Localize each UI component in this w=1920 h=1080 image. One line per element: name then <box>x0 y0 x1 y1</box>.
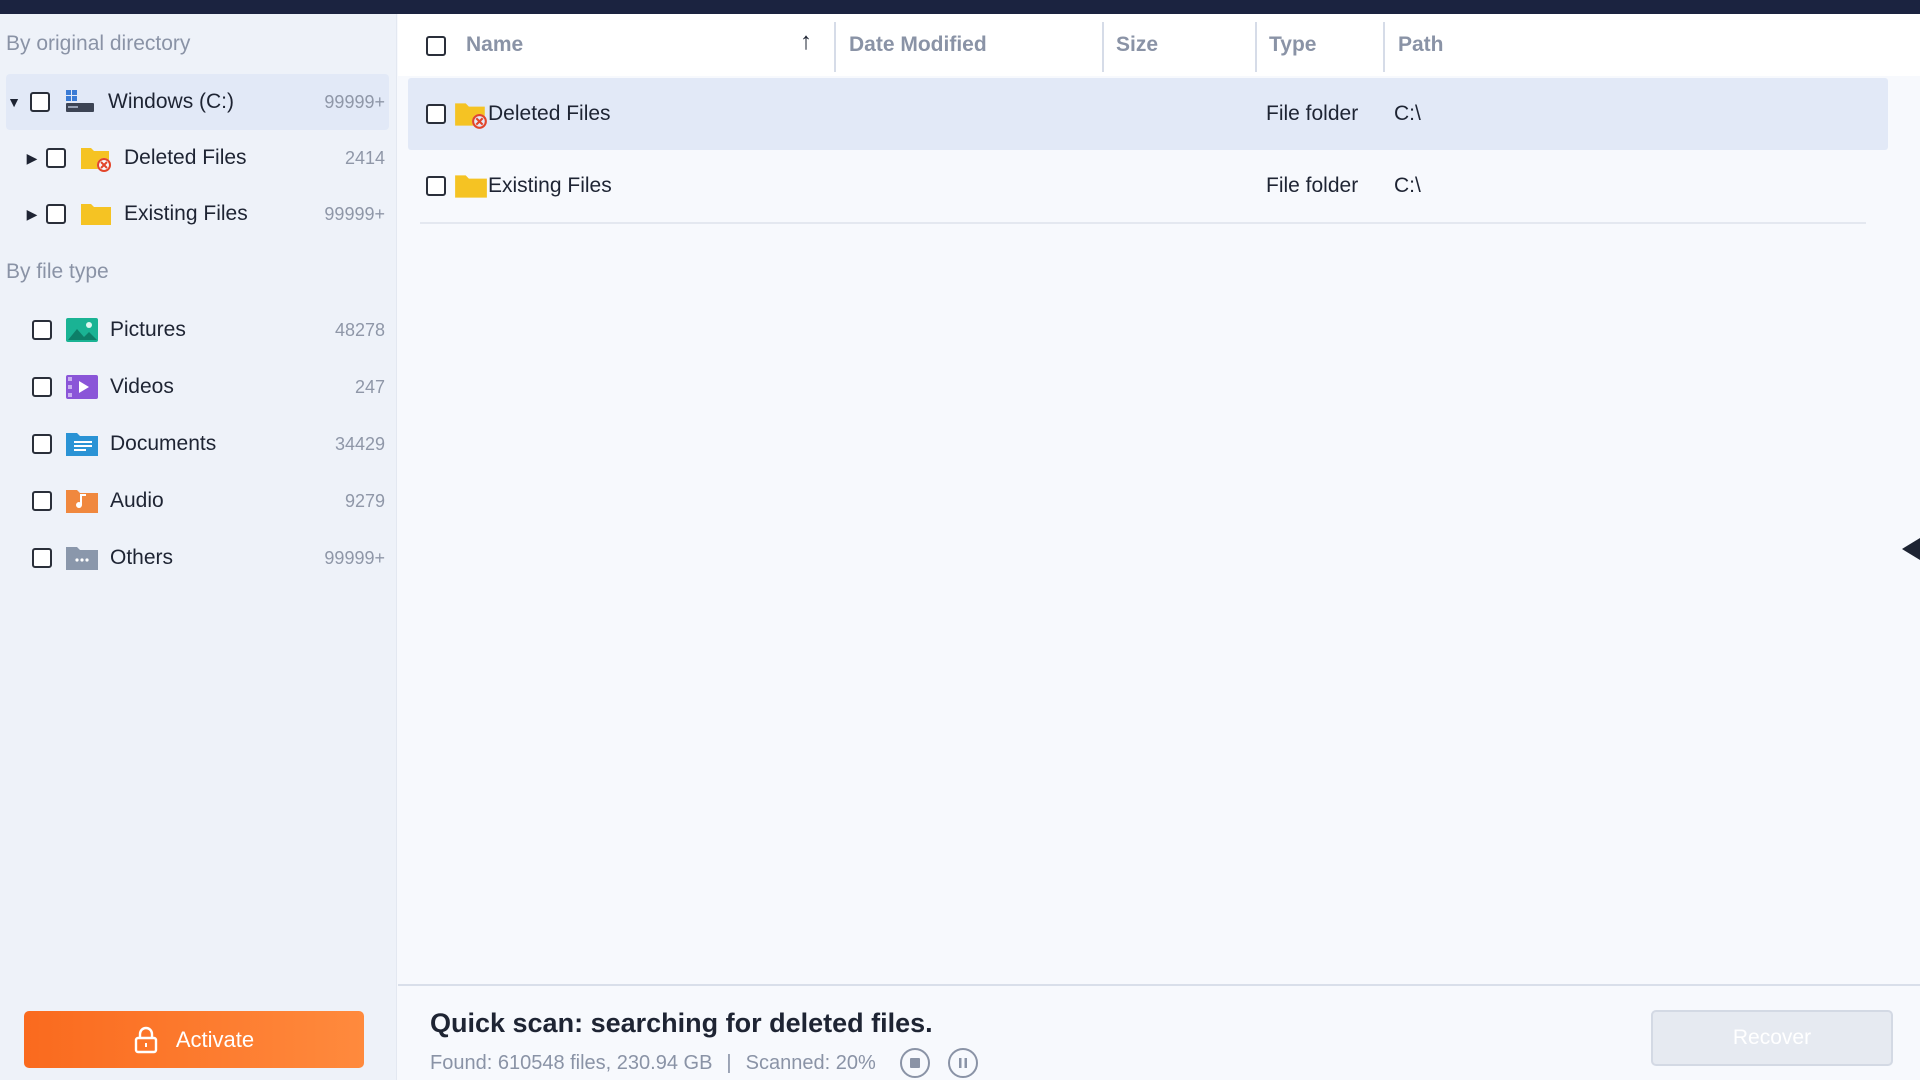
drive-icon <box>62 87 98 117</box>
deleted-files-label: Deleted Files <box>124 146 247 169</box>
lock-icon <box>134 1026 158 1054</box>
scan-status-title: Quick scan: searching for deleted files. <box>430 1008 933 1038</box>
activate-label: Activate <box>175 1026 255 1052</box>
audio-label: Audio <box>110 489 164 512</box>
drive-count: 99999+ <box>324 91 385 112</box>
scan-status-bar: Quick scan: searching for deleted files.… <box>398 984 1920 1080</box>
pictures-count: 48278 <box>334 319 385 340</box>
section-title-directory: By original directory <box>6 32 191 55</box>
drive-checkbox[interactable] <box>30 92 50 112</box>
select-all-checkbox[interactable] <box>426 36 446 56</box>
row-divider <box>420 222 1866 224</box>
folder-icon <box>453 170 489 202</box>
row-name: Deleted Files <box>488 102 611 125</box>
expand-down-icon[interactable]: ▼ <box>6 74 22 130</box>
deleted-files-checkbox[interactable] <box>46 148 66 168</box>
documents-count: 34429 <box>334 433 385 454</box>
type-item-others[interactable]: Others 99999+ <box>6 530 389 586</box>
expand-right-icon[interactable]: ▶ <box>24 186 40 242</box>
column-divider[interactable] <box>1255 22 1257 72</box>
activate-button[interactable]: Activate <box>24 1011 364 1068</box>
table-row[interactable]: Existing Files File folder C:\ <box>408 150 1888 222</box>
column-header-size[interactable]: Size <box>1116 14 1158 76</box>
others-count: 99999+ <box>324 547 385 568</box>
column-divider[interactable] <box>1102 22 1104 72</box>
collapse-panel-icon[interactable] <box>1898 534 1920 564</box>
documents-label: Documents <box>110 432 217 455</box>
window-top-bar <box>0 0 1920 14</box>
pictures-label: Pictures <box>110 318 186 341</box>
table-row[interactable]: Deleted Files File folder C:\ <box>408 78 1888 150</box>
existing-files-count: 99999+ <box>324 203 385 224</box>
column-header-type[interactable]: Type <box>1269 14 1316 76</box>
file-list-panel: Name ↑ Date Modified Size Type Path Dele… <box>398 14 1920 984</box>
pause-icon[interactable] <box>947 1048 978 1078</box>
sidebar: By original directory ▼ Windows (C:) 999… <box>0 14 397 1080</box>
column-header-name[interactable]: Name <box>466 14 523 76</box>
others-icon <box>64 543 100 573</box>
audio-icon <box>64 486 100 516</box>
section-title-filetype: By file type <box>6 260 109 283</box>
sort-ascending-icon[interactable]: ↑ <box>800 28 812 56</box>
tree-item-existing-files[interactable]: ▶ Existing Files 99999+ <box>6 186 389 242</box>
existing-files-checkbox[interactable] <box>46 204 66 224</box>
type-item-videos[interactable]: Videos 247 <box>6 359 389 415</box>
deleted-folder-icon <box>78 143 114 173</box>
videos-count: 247 <box>354 376 385 397</box>
tree-item-deleted-files[interactable]: ▶ Deleted Files 2414 <box>6 130 389 186</box>
scanned-percent: Scanned: 20% <box>745 1051 876 1074</box>
row-type: File folder <box>1266 174 1359 197</box>
row-checkbox[interactable] <box>426 104 446 124</box>
table-header: Name ↑ Date Modified Size Type Path <box>398 14 1920 76</box>
videos-label: Videos <box>110 375 174 398</box>
recover-button[interactable]: Recover <box>1651 1010 1893 1066</box>
videos-icon <box>64 372 100 402</box>
existing-files-label: Existing Files <box>124 202 248 225</box>
found-summary: Found: 610548 files, 230.94 GB <box>430 1051 713 1074</box>
status-separator: | <box>726 1051 732 1074</box>
column-header-path[interactable]: Path <box>1398 14 1444 76</box>
row-path: C:\ <box>1394 102 1421 125</box>
row-type: File folder <box>1266 102 1359 125</box>
expand-right-icon[interactable]: ▶ <box>24 130 40 186</box>
documents-icon <box>64 429 100 459</box>
column-divider[interactable] <box>1383 22 1385 72</box>
deleted-folder-icon <box>453 98 489 130</box>
row-name: Existing Files <box>488 174 612 197</box>
deleted-files-count: 2414 <box>344 147 385 168</box>
audio-checkbox[interactable] <box>32 491 52 511</box>
videos-checkbox[interactable] <box>32 377 52 397</box>
audio-count: 9279 <box>344 490 385 511</box>
type-item-audio[interactable]: Audio 9279 <box>6 473 389 529</box>
type-item-pictures[interactable]: Pictures 48278 <box>6 302 389 358</box>
type-item-documents[interactable]: Documents 34429 <box>6 416 389 472</box>
stop-icon[interactable] <box>899 1048 930 1078</box>
others-checkbox[interactable] <box>32 548 52 568</box>
row-checkbox[interactable] <box>426 176 446 196</box>
drive-label: Windows (C:) <box>108 90 235 113</box>
tree-item-drive[interactable]: ▼ Windows (C:) 99999+ <box>6 74 389 130</box>
column-divider[interactable] <box>834 22 836 72</box>
pictures-checkbox[interactable] <box>32 320 52 340</box>
documents-checkbox[interactable] <box>32 434 52 454</box>
row-path: C:\ <box>1394 174 1421 197</box>
others-label: Others <box>110 546 174 569</box>
scan-progress-line: Found: 610548 files, 230.94 GB | Scanned… <box>430 1048 978 1078</box>
column-header-date-modified[interactable]: Date Modified <box>849 14 987 76</box>
pictures-icon <box>64 315 100 345</box>
folder-icon <box>78 199 114 229</box>
